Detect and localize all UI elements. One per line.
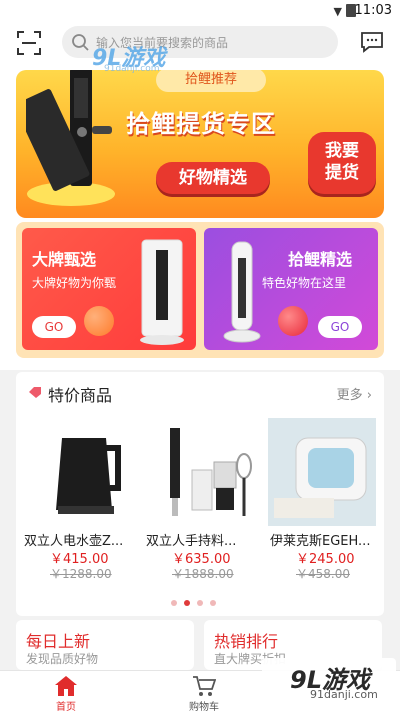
card-subtitle: 大牌好物为你甄 [32,276,117,290]
promo-banner[interactable]: 拾鲤推荐 拾鲤提货专区 好物精选 我要 提货 [16,70,384,218]
banner-pill[interactable]: 好物精选 [156,162,270,194]
decor-ball [278,306,308,336]
search-icon [72,34,89,51]
indicator-dot[interactable] [210,600,216,606]
go-button[interactable]: GO [32,316,76,338]
card-subtitle: 特色好物在这里 [262,276,347,290]
cart-icon [193,676,216,696]
home-icon [55,676,77,696]
lock-product-image [140,239,184,345]
decor-ball [84,306,114,336]
card-subtitle: 发现品质好物 [26,652,99,666]
product-carousel[interactable]: 双立人电水壶Z... ￥415.00 ￥1288.00 双立人手持料... ￥6… [16,418,384,588]
product-old-price: ￥458.00 [296,567,350,581]
wifi-icon: ▼ [333,5,342,18]
product-name: 伊莱克斯EGEH... [270,534,371,549]
smart-lock-image [26,70,115,206]
watermark-badge: 9L游戏 91danji.com [262,658,396,706]
indicator-dot[interactable] [171,600,177,606]
go-button[interactable]: GO [318,316,362,338]
banner-title: 拾鲤提货专区 [126,110,276,138]
tab-cart[interactable]: 购物车 [164,671,244,711]
header: 输入您当前要搜索的商品 [0,22,400,70]
tab-home[interactable]: 首页 [26,671,106,711]
tag-icon [29,387,41,398]
status-time: 11:03 [354,3,392,18]
product-name: 双立人电水壶Z... [24,534,124,549]
more-link[interactable]: 更多 › [337,384,372,403]
special-products-section: 特价商品 更多 › 双立人电水壶Z... ￥415.00 ￥1288.00 双立… [16,372,384,616]
message-icon[interactable] [360,30,384,54]
hand-blender-image [170,428,252,516]
product-card[interactable]: 伊莱克斯EGEH... ￥245.00 ￥458.00 [262,418,378,588]
scan-icon[interactable] [16,30,42,56]
kettle-image [56,438,121,514]
product-name: 双立人手持料... [146,534,237,549]
product-old-price: ￥1888.00 [172,567,234,581]
new-arrivals-card[interactable]: 每日上新 发现品质好物 [16,620,194,670]
card-title: 每日上新 [26,632,91,651]
watermark-url: 91danji.com [310,688,378,701]
product-old-price: ￥1288.00 [50,567,112,581]
card-title: 热销排行 [214,632,279,651]
product-card[interactable]: 双立人电水壶Z... ￥415.00 ￥1288.00 [16,418,132,588]
pickup-button[interactable]: 我要 提货 [308,132,376,194]
humidifier-image [268,418,376,526]
pickup-label-2: 提货 [325,163,359,183]
carousel-indicator [171,600,231,608]
section-title: 特价商品 [48,386,113,405]
promo-cards: 大牌甄选 大牌好物为你甄 GO 拾鲤精选 特色好物在这里 GO [16,222,384,358]
pickup-label-1: 我要 [325,141,359,161]
tower-fan-image [223,241,261,343]
indicator-dot[interactable] [184,600,190,606]
watermark-site: 91danji.com [104,64,160,74]
banner-ribbon: 拾鲤推荐 [156,70,266,92]
card-title: 大牌甄选 [32,250,97,269]
shili-select-card[interactable]: 拾鲤精选 特色好物在这里 GO [204,228,378,350]
tab-label: 购物车 [189,702,219,711]
brand-select-card[interactable]: 大牌甄选 大牌好物为你甄 GO [22,228,196,350]
status-bar: ▼ 11:03 [0,0,400,22]
indicator-dot[interactable] [197,600,203,606]
product-card[interactable]: 双立人手持料... ￥635.00 ￥1888.00 [138,418,254,588]
card-title: 拾鲤精选 [288,250,353,269]
banner-section: 拾鲤推荐 拾鲤提货专区 好物精选 我要 提货 大牌甄选 大牌好物为你甄 GO 拾… [0,70,400,370]
tab-label: 首页 [56,702,76,711]
